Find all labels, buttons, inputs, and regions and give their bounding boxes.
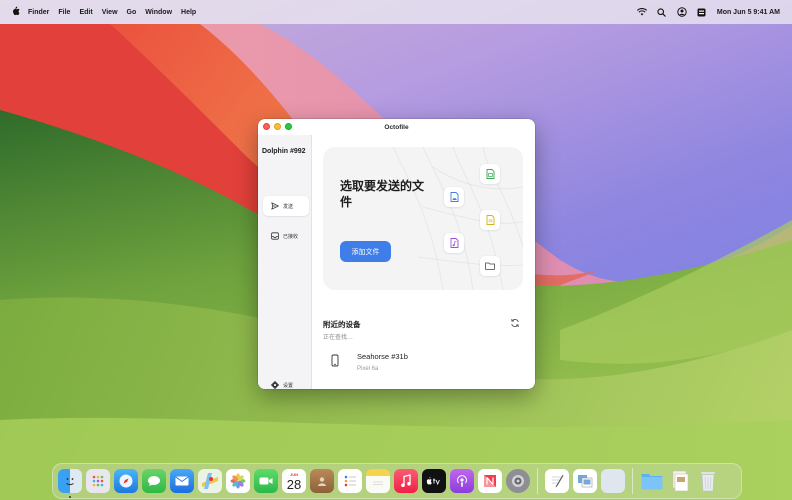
dock-reminders-icon[interactable] — [338, 469, 362, 493]
dock-maps-icon[interactable] — [198, 469, 222, 493]
refresh-button[interactable] — [508, 316, 522, 330]
dock-safari-icon[interactable] — [114, 469, 138, 493]
dock-tv-icon[interactable] — [422, 469, 446, 493]
device-model-label: Pixel 6a — [357, 366, 379, 372]
dock-facetime-icon[interactable] — [254, 469, 278, 493]
sidebar: Dolphin #992 发送 已接收 设置 — [258, 135, 312, 389]
dock: JUN 28 — [52, 463, 742, 499]
dock-podcasts-icon[interactable] — [450, 469, 474, 493]
dock-trash-icon[interactable] — [696, 469, 720, 493]
phone-icon — [329, 354, 341, 368]
inbox-icon — [270, 232, 279, 241]
menu-help[interactable]: Help — [181, 9, 196, 16]
octofile-window: Octofile Dolphin #992 发送 已接收 设置 选取要发送的文件… — [258, 119, 535, 389]
menu-edit[interactable]: Edit — [79, 9, 92, 16]
nearby-devices-title: 附近的设备 — [323, 320, 361, 329]
spotlight-search-icon[interactable] — [657, 7, 667, 17]
refresh-icon — [511, 319, 519, 327]
sidebar-item-label: 已接收 — [283, 233, 299, 240]
dock-contacts-icon[interactable] — [310, 469, 334, 493]
dock-music-icon[interactable] — [394, 469, 418, 493]
running-indicator — [69, 496, 71, 498]
apple-logo-icon — [12, 6, 19, 16]
dock-photos-icon[interactable] — [226, 469, 250, 493]
window-title: Octofile — [384, 123, 409, 131]
dock-launchpad-icon[interactable] — [86, 469, 110, 493]
dock-preview-icon[interactable] — [573, 469, 597, 493]
dock-app-icon[interactable] — [601, 469, 625, 493]
device-name-label: Seahorse #31b — [357, 352, 408, 361]
dock-textedit-icon[interactable] — [545, 469, 569, 493]
main-panel: 选取要发送的文件 添加文件 附近的设备 正在查找… Seahorse #31b … — [312, 135, 535, 389]
menu-file[interactable]: File — [58, 9, 70, 16]
close-button[interactable] — [263, 123, 270, 130]
zoom-button[interactable] — [285, 123, 292, 130]
sidebar-item-settings[interactable]: 设置 — [263, 375, 309, 389]
traffic-lights — [263, 123, 292, 130]
minimize-button[interactable] — [274, 123, 281, 130]
dock-mail-icon[interactable] — [170, 469, 194, 493]
add-files-button[interactable]: 添加文件 — [340, 241, 391, 262]
sidebar-item-label: 设置 — [283, 382, 294, 389]
calendar-day: 28 — [286, 476, 302, 492]
control-center-icon[interactable] — [677, 7, 687, 17]
spreadsheet-file-icon — [480, 164, 500, 184]
window-titlebar[interactable]: Octofile — [258, 119, 535, 135]
device-name: Dolphin #992 — [262, 148, 306, 155]
menu-go[interactable]: Go — [127, 9, 137, 16]
siri-icon[interactable] — [697, 7, 707, 17]
scan-status-text: 正在查找… — [323, 335, 354, 341]
dock-system-settings-icon[interactable] — [506, 469, 530, 493]
menu-view[interactable]: View — [102, 9, 118, 16]
document-file-icon — [480, 210, 500, 230]
menu-extras: Mon Jun 5 9:41 AM — [636, 7, 784, 17]
wifi-icon[interactable] — [636, 7, 647, 17]
dock-calendar-icon[interactable]: JUN 28 — [282, 469, 306, 493]
dock-messages-icon[interactable] — [142, 469, 166, 493]
send-icon — [270, 202, 279, 211]
dock-separator — [537, 468, 538, 494]
menu-window[interactable]: Window — [145, 9, 172, 16]
hero-title: 选取要发送的文件 — [340, 179, 425, 209]
device-list-item[interactable]: Seahorse #31b Pixel 6a — [323, 348, 525, 388]
gear-icon — [270, 381, 279, 389]
dock-news-icon[interactable] — [478, 469, 502, 493]
image-file-icon — [444, 187, 464, 207]
dock-downloads-folder-icon[interactable] — [640, 469, 664, 493]
sidebar-item-received[interactable]: 已接收 — [263, 226, 309, 246]
dock-documents-stack-icon[interactable] — [668, 469, 692, 493]
menu-bar: Finder File Edit View Go Window Help Mon… — [0, 0, 792, 24]
apple-menu-icon[interactable] — [8, 6, 22, 18]
menu-finder[interactable]: Finder — [28, 9, 49, 16]
sidebar-item-label: 发送 — [283, 203, 294, 210]
folder-icon — [480, 256, 500, 276]
file-picker-card[interactable]: 选取要发送的文件 添加文件 — [323, 147, 523, 290]
audio-file-icon — [444, 233, 464, 253]
menu-clock[interactable]: Mon Jun 5 9:41 AM — [717, 9, 780, 16]
dock-finder-icon[interactable] — [58, 469, 82, 498]
dock-notes-icon[interactable] — [366, 469, 390, 493]
dock-separator — [632, 468, 633, 494]
sidebar-item-send[interactable]: 发送 — [263, 196, 309, 216]
